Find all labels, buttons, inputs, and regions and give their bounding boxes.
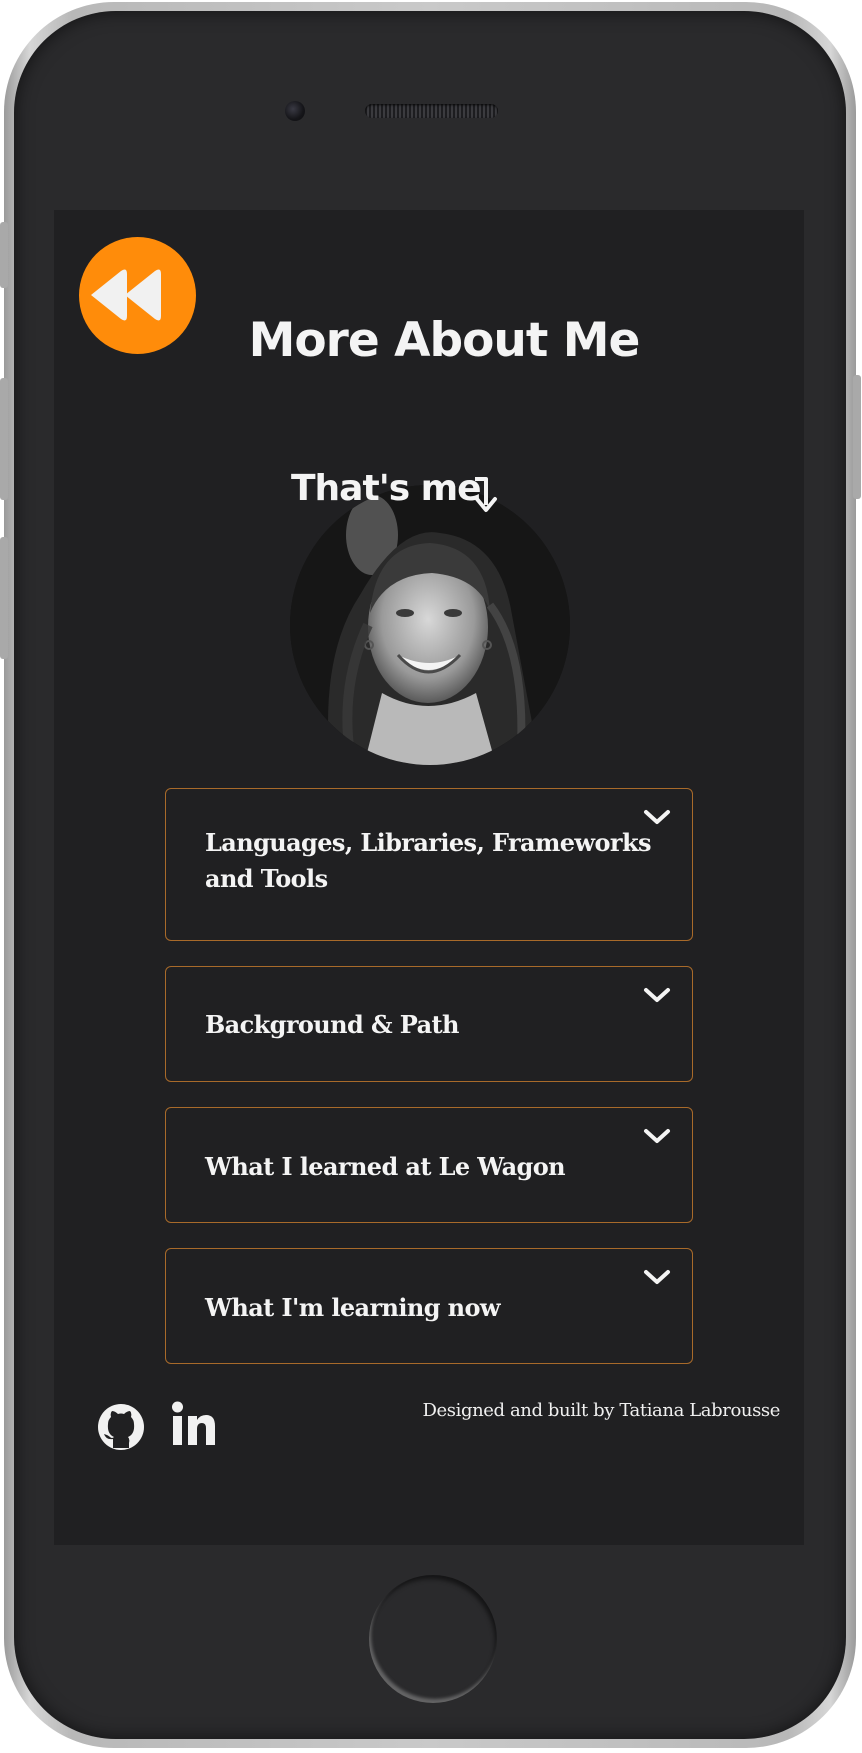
chevron-down-icon bbox=[644, 1270, 670, 1284]
linkedin-icon bbox=[172, 1401, 215, 1445]
accordion-background[interactable]: Background & Path bbox=[165, 966, 693, 1082]
accordion-label-line: Languages, Libraries, Frameworks bbox=[205, 828, 651, 857]
volume-up-button bbox=[0, 378, 8, 500]
accordion-label-line: and Tools bbox=[205, 864, 328, 893]
accordion-label: What I learned at Le Wagon bbox=[205, 1152, 566, 1181]
power-button bbox=[853, 375, 861, 499]
chevron-down-icon bbox=[644, 1129, 670, 1143]
linkedin-link[interactable] bbox=[171, 1401, 217, 1447]
accordion-le-wagon[interactable]: What I learned at Le Wagon bbox=[165, 1107, 693, 1223]
screen: More About Me That's me Languages, Libra… bbox=[54, 210, 804, 1545]
accordion-languages[interactable]: Languages, Libraries, Frameworks and Too… bbox=[165, 788, 693, 941]
earpiece-speaker bbox=[365, 104, 498, 118]
accordion-label: Background & Path bbox=[205, 1010, 459, 1039]
footer-credit: Designed and built by Tatiana Labrousse bbox=[422, 1400, 780, 1421]
chevron-down-icon bbox=[644, 988, 670, 1002]
profile-photo bbox=[290, 485, 570, 765]
accordion-label: What I'm learning now bbox=[205, 1293, 501, 1322]
page-title: More About Me bbox=[248, 313, 641, 368]
home-button bbox=[366, 1572, 500, 1706]
mute-switch bbox=[0, 222, 8, 288]
volume-down-button bbox=[0, 537, 8, 659]
chevron-down-icon bbox=[644, 810, 670, 824]
github-icon bbox=[98, 1404, 144, 1450]
profile-caption: That's me bbox=[291, 468, 482, 509]
accordion-label: Languages, Libraries, Frameworks and Too… bbox=[205, 825, 651, 897]
arrow-down-icon bbox=[475, 477, 497, 512]
front-camera bbox=[285, 101, 305, 121]
github-link[interactable] bbox=[96, 1402, 146, 1452]
accordion-learning-now[interactable]: What I'm learning now bbox=[165, 1248, 693, 1364]
